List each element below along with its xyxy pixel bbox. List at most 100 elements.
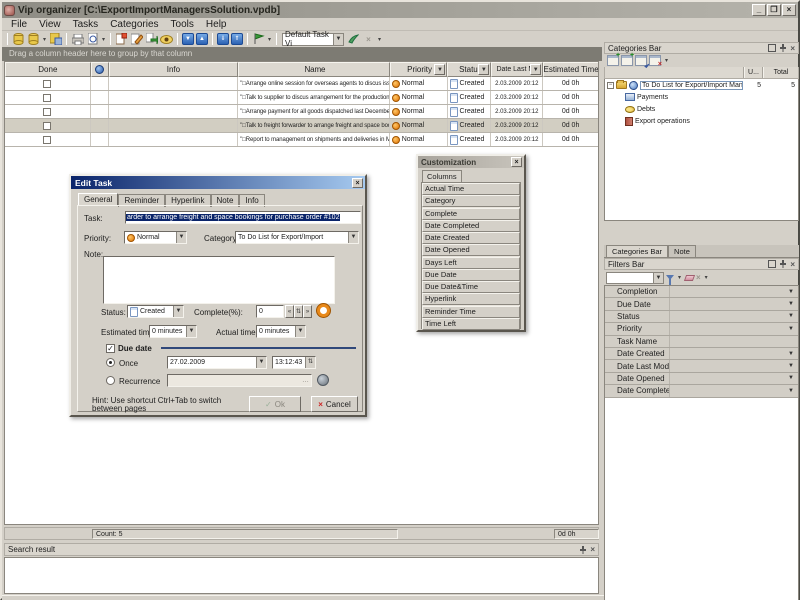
complete-input[interactable]: 0	[256, 305, 284, 318]
done-checkbox[interactable]	[43, 108, 51, 116]
filter-row-completion[interactable]: Completion▼	[605, 286, 798, 298]
apply-filter-icon[interactable]	[666, 275, 674, 280]
maximize-panel-icon[interactable]	[768, 260, 776, 268]
total-column-header[interactable]: Total	[763, 67, 798, 78]
chevron-down-icon[interactable]: ▼	[256, 357, 266, 368]
column-header-priority-icon[interactable]	[91, 62, 109, 77]
task-input[interactable]: arder to arrange freight and space booki…	[125, 211, 361, 224]
task-name-cell[interactable]: "□Arrange payment for all goods dispatch…	[238, 105, 389, 118]
task-name-cell[interactable]: "□Talk to supplier to discus arrangement…	[238, 91, 389, 104]
new-subcategory-icon[interactable]: +	[621, 55, 633, 66]
tree-item-todo-list[interactable]: − To Do List for Export/Import Managers …	[605, 79, 798, 91]
filter-row-due-date[interactable]: Due Date▼	[605, 298, 798, 310]
ok-button[interactable]: ✓ Ok	[249, 396, 301, 412]
table-row-selected[interactable]: "□Talk to freight forwarder to arrange f…	[5, 119, 598, 133]
column-item[interactable]: Hyperlink	[422, 293, 520, 305]
once-date-combo[interactable]: 27.02.2009 ▼	[167, 356, 267, 369]
close-panel-icon[interactable]: ×	[790, 260, 795, 269]
spin-right-icon[interactable]: »	[303, 305, 312, 318]
column-header-done[interactable]: Done	[5, 62, 91, 77]
cancel-button[interactable]: × Cancel	[311, 396, 358, 412]
chevron-down-icon[interactable]: ▼	[176, 232, 186, 243]
move-down-icon[interactable]: ⇓	[217, 33, 229, 45]
chevron-down-icon[interactable]: ▼	[788, 289, 794, 295]
once-radio[interactable]	[106, 358, 115, 367]
chevron-down-icon[interactable]: ▼	[173, 306, 183, 317]
column-header-date[interactable]: Date Last Mo▼	[491, 62, 543, 77]
menu-help[interactable]: Help	[200, 19, 233, 30]
chevron-down-icon[interactable]: ▼	[348, 232, 358, 243]
table-row[interactable]: "□Arrange online session for overseas ag…	[5, 77, 598, 91]
categories-toolbar-dropdown[interactable]: ▾	[663, 57, 670, 64]
new-database-icon[interactable]	[12, 33, 25, 46]
status-filter-dropdown[interactable]: ▼	[478, 64, 489, 75]
filter-row-task-name[interactable]: Task Name	[605, 336, 798, 348]
task-view-combo[interactable]: Default Task Vi ▼	[282, 33, 344, 46]
tree-item-label[interactable]: Export operations	[635, 118, 690, 125]
menu-view[interactable]: View	[33, 19, 67, 30]
done-checkbox[interactable]	[43, 80, 51, 88]
chevron-down-icon[interactable]: ▼	[788, 375, 794, 381]
done-checkbox[interactable]	[43, 94, 51, 102]
menu-tools[interactable]: Tools	[165, 19, 200, 30]
toolbar-overflow-dropdown[interactable]: ▾	[376, 36, 383, 43]
print-preview-icon[interactable]	[86, 33, 99, 46]
date-filter-dropdown[interactable]: ▼	[530, 64, 541, 75]
estimated-time-combo[interactable]: 0 minutes ▼	[149, 325, 197, 338]
chevron-down-icon[interactable]: ▼	[788, 351, 794, 357]
column-header-name[interactable]: Name	[238, 62, 389, 77]
delete-category-icon[interactable]: ×	[649, 55, 661, 66]
pin-icon[interactable]	[779, 260, 787, 268]
edit-category-icon[interactable]	[635, 55, 647, 66]
menu-file[interactable]: File	[5, 19, 33, 30]
done-checkbox[interactable]	[43, 136, 51, 144]
ellipsis-icon[interactable]: …	[302, 377, 311, 384]
tree-item-payments[interactable]: Payments	[605, 91, 798, 103]
clear-view-icon[interactable]: ×	[362, 33, 375, 46]
close-panel-icon[interactable]: ×	[790, 44, 795, 53]
tree-item-debts[interactable]: Debts	[605, 103, 798, 115]
task-name-cell[interactable]: "□Report to management on shipments and …	[238, 133, 389, 146]
new-category-icon[interactable]: +	[607, 55, 619, 66]
column-header-status[interactable]: Status▼	[447, 62, 491, 77]
complete-percent-icon[interactable]	[317, 304, 330, 317]
status-combo[interactable]: Created ▼	[127, 305, 184, 318]
table-row[interactable]: "□Arrange payment for all goods dispatch…	[5, 105, 598, 119]
column-item[interactable]: Actual Time	[422, 183, 520, 195]
group-by-band[interactable]: Drag a column header here to group by th…	[2, 47, 602, 61]
chevron-down-icon[interactable]: ▼	[653, 273, 663, 283]
save-database-icon[interactable]	[49, 33, 62, 46]
collapse-icon[interactable]: −	[607, 82, 614, 89]
edit-task-icon[interactable]	[130, 33, 143, 46]
filter-row-date-last-modified[interactable]: Date Last Modifi▼	[605, 360, 798, 372]
flag-icon[interactable]	[252, 33, 265, 46]
column-item[interactable]: Complete	[422, 208, 520, 220]
menu-categories[interactable]: Categories	[104, 19, 164, 30]
category-column-header[interactable]	[605, 67, 744, 78]
recurrence-radio[interactable]	[106, 376, 115, 385]
maximize-panel-icon[interactable]	[768, 44, 776, 52]
remove-filter-icon[interactable]: ×	[696, 273, 701, 282]
close-icon[interactable]: ×	[590, 545, 595, 554]
tab-note[interactable]: Note	[668, 245, 696, 257]
spin-updown-icon[interactable]: ⇅	[294, 305, 303, 318]
done-cell[interactable]	[5, 119, 91, 132]
column-item[interactable]: Date Opened	[422, 244, 520, 256]
column-item[interactable]: Due Date&Time	[422, 281, 520, 293]
unread-column-header[interactable]: U...	[744, 67, 763, 78]
recurrence-globe-icon[interactable]	[317, 374, 329, 386]
task-name-cell[interactable]: "□Arrange online session for overseas ag…	[238, 77, 389, 90]
print-dropdown[interactable]: ▾	[100, 36, 107, 43]
filter-row-priority[interactable]: Priority▼	[605, 323, 798, 335]
filter-row-date-created[interactable]: Date Created▼	[605, 348, 798, 360]
chevron-down-icon[interactable]: ▼	[788, 326, 794, 332]
column-item[interactable]: Due Date	[422, 269, 520, 281]
view-task-icon[interactable]	[160, 33, 173, 46]
column-item[interactable]: Time Left	[422, 318, 520, 330]
column-item[interactable]: Date Completed	[422, 220, 520, 232]
apply-view-icon[interactable]	[347, 33, 360, 46]
task-name-cell[interactable]: "□Talk to freight forwarder to arrange f…	[238, 119, 389, 132]
category-combo[interactable]: To Do List for Export/Import ▼	[235, 231, 359, 244]
done-cell[interactable]	[5, 77, 91, 90]
spin-left-icon[interactable]: «	[285, 305, 294, 318]
